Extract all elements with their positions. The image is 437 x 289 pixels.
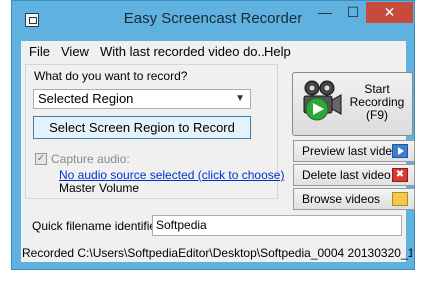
browse-button-label: Browse videos [302,192,381,206]
capture-audio-checkbox[interactable]: ✓ [35,153,47,165]
film-camera-icon [303,80,342,121]
app-window: Easy Screencast Recorder — ☐ ✕ File View… [11,0,415,270]
audio-source-link[interactable]: No audio source selected (click to choos… [59,168,284,182]
close-button[interactable]: ✕ [366,2,413,23]
record-group-title: What do you want to record? [34,69,188,83]
filename-label: Quick filename identifier: [32,219,164,233]
play-icon [392,144,408,158]
title-bar[interactable]: Easy Screencast Recorder — ☐ ✕ [12,1,414,40]
filename-input[interactable]: Softpedia [152,215,402,236]
menu-bar: File View With last recorded video do.. … [21,41,406,61]
minimize-button[interactable]: — [311,2,339,23]
audio-device-label: Master Volume [59,181,140,195]
delete-button-label: Delete last video [302,168,391,182]
start-recording-button[interactable]: Start Recording (F9) [292,72,413,136]
folder-icon [392,192,408,206]
capture-audio-label: Capture audio: [51,152,130,166]
status-text: Recorded C:\Users\SoftpediaEditor\Deskto… [22,246,412,260]
menu-file[interactable]: File [29,44,50,59]
browse-videos-button[interactable]: Browse videos [293,188,415,210]
preview-button-label: Preview last video [302,144,399,158]
menu-help[interactable]: Help [264,44,291,59]
start-label-line3: (F9) [366,108,388,122]
preview-last-video-button[interactable]: Preview last video [293,140,415,162]
menu-view[interactable]: View [61,44,89,59]
delete-icon: ✖ [392,168,408,182]
select-region-button[interactable]: Select Screen Region to Record [33,116,251,139]
record-mode-value: Selected Region [38,91,134,106]
start-recording-label: Start Recording (F9) [345,83,409,122]
delete-last-video-button[interactable]: Delete last video ✖ [293,164,415,186]
record-mode-select[interactable]: Selected Region ▼ [33,89,251,109]
maximize-button[interactable]: ☐ [339,2,367,23]
chevron-down-icon: ▼ [235,93,245,104]
menu-last-video[interactable]: With last recorded video do.. [100,44,265,59]
